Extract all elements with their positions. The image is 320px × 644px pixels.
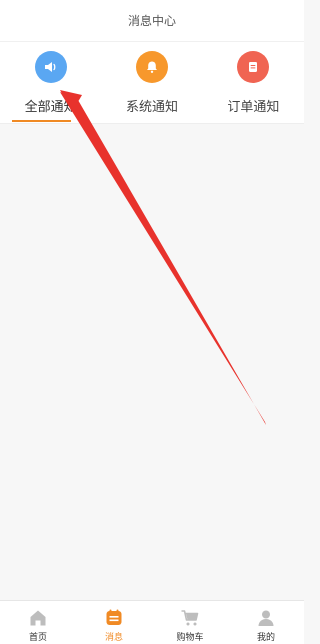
tabbar-item-messages[interactable]: 消息 [76,601,152,644]
tabbar-item-cart[interactable]: 购物车 [152,601,228,644]
tabbar-label: 我的 [256,633,275,643]
speaker-icon [34,51,67,83]
tabbar-item-profile[interactable]: 我的 [228,601,304,644]
user-icon [258,610,274,626]
notification-tabs: 全部通知 系统通知 订单通知 [0,42,304,124]
document-icon [237,51,270,83]
tabbar-item-home[interactable]: 首页 [0,601,76,644]
home-icon [30,610,46,626]
tab-order-notifications[interactable]: 订单通知 [203,42,304,123]
active-tab-indicator [12,120,72,122]
message-icon [106,609,122,625]
tab-label: 订单通知 [227,100,280,115]
header-bar: 消息中心 [0,0,304,42]
tab-system-notifications[interactable]: 系统通知 [101,42,202,123]
notification-list-empty [0,124,304,600]
tab-label: 系统通知 [125,100,178,115]
tabbar-label: 消息 [104,633,123,643]
tabbar-label: 首页 [28,633,47,643]
cart-icon [181,610,199,626]
tab-label: 全部通知 [24,100,77,115]
tabbar-label: 购物车 [176,633,204,643]
page-title: 消息中心 [127,14,176,28]
tab-all-notifications[interactable]: 全部通知 [0,42,101,123]
bottom-tab-bar: 首页 消息 购物车 我的 [0,600,304,644]
bell-icon [135,51,168,83]
